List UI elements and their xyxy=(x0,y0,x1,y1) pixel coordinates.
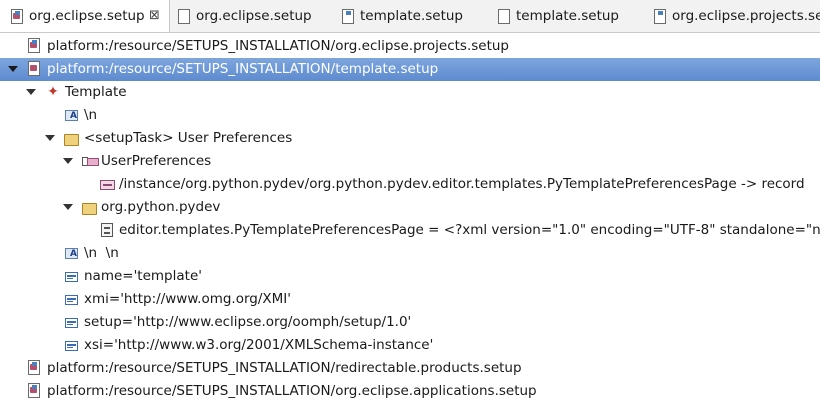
text-node-icon xyxy=(65,243,78,266)
tab-template-setup[interactable]: template.setup xyxy=(331,0,491,32)
tree-item-label: Template xyxy=(65,84,127,100)
tree-item-attr-name[interactable]: name='template' xyxy=(0,265,820,288)
tree-item-label: editor.templates.PyTemplatePreferencesPa… xyxy=(119,222,820,238)
tree-item-preference-record[interactable]: /instance/org.python.pydev/org.python.py… xyxy=(0,173,820,196)
tab-org-eclipse-setup[interactable]: org.eclipse.setup xyxy=(167,0,332,32)
tab-label: template.setup xyxy=(360,8,463,24)
tree-item-label: platform:/resource/SETUPS_INSTALLATION/o… xyxy=(47,383,537,399)
tab-label: org.eclipse.projects.setup xyxy=(672,8,820,24)
collapse-toggle[interactable] xyxy=(63,158,73,164)
attribute-icon xyxy=(65,318,78,328)
collapse-toggle[interactable] xyxy=(8,66,18,72)
tree-item-label: platform:/resource/SETUPS_INSTALLATION/o… xyxy=(47,38,510,54)
tree-item-template-property[interactable]: editor.templates.PyTemplatePreferencesPa… xyxy=(0,219,820,242)
tree-item-user-preferences[interactable]: UserPreferences xyxy=(0,150,820,173)
tab-label: org.eclipse.setup xyxy=(196,8,312,24)
macro-star-icon: ✦ xyxy=(47,84,59,100)
setup-file-icon xyxy=(27,61,41,76)
tree-item-text-node-2[interactable]: \n \n xyxy=(0,242,820,266)
setup-file-icon xyxy=(27,38,41,53)
tree-item-label: \n xyxy=(84,107,98,123)
tab-org-eclipse-projects-setup[interactable]: org.eclipse.projects.setup xyxy=(643,0,820,32)
setup-file-icon xyxy=(341,9,354,24)
tree-item-label: <setupTask> User Preferences xyxy=(84,130,293,146)
collapse-toggle[interactable] xyxy=(26,89,36,95)
tree-item-template[interactable]: ✦ Template xyxy=(0,81,820,104)
tree-item-applications-setup[interactable]: platform:/resource/SETUPS_INSTALLATION/o… xyxy=(0,380,820,403)
tree-item-label: /instance/org.python.pydev/org.python.py… xyxy=(119,176,805,192)
attribute-icon xyxy=(65,272,78,282)
setup-file-icon xyxy=(10,9,23,24)
tree-item-org-python-pydev[interactable]: org.python.pydev xyxy=(0,196,820,219)
tab-org-eclipse-setup-active[interactable]: org.eclipse.setup ⊠ xyxy=(0,0,170,32)
tab-template-setup-2[interactable]: template.setup xyxy=(487,0,647,32)
tree-item-label: \n \n xyxy=(84,245,119,261)
editor-tab-bar: org.eclipse.setup ⊠ org.eclipse.setup te… xyxy=(0,0,820,33)
collapse-toggle[interactable] xyxy=(63,204,73,210)
setup-file-icon xyxy=(653,9,666,24)
tree-item-label: platform:/resource/SETUPS_INSTALLATION/t… xyxy=(47,61,439,77)
setup-file-icon xyxy=(27,383,41,398)
folder-icon xyxy=(82,203,97,215)
tree-item-attr-setup[interactable]: setup='http://www.eclipse.org/oomph/setu… xyxy=(0,311,820,334)
attribute-icon xyxy=(65,295,78,305)
preference-icon xyxy=(100,180,115,190)
tree-item-attr-xmi[interactable]: xmi='http://www.omg.org/XMI' xyxy=(0,288,820,311)
attribute-icon xyxy=(65,341,78,351)
text-node-icon xyxy=(65,105,78,128)
tree-item-label: setup='http://www.eclipse.org/oomph/setu… xyxy=(84,314,412,330)
tree-item-template-setup[interactable]: platform:/resource/SETUPS_INSTALLATION/t… xyxy=(0,58,820,81)
folder-icon xyxy=(64,134,79,146)
setup-file-icon xyxy=(27,360,41,375)
tab-label: org.eclipse.setup xyxy=(29,8,145,24)
tree-item-attr-xsi[interactable]: xsi='http://www.w3.org/2001/XMLSchema-in… xyxy=(0,334,820,357)
collapse-toggle[interactable] xyxy=(45,135,55,141)
tree-item-redirectable-products-setup[interactable]: platform:/resource/SETUPS_INSTALLATION/r… xyxy=(0,357,820,380)
setup-file-icon xyxy=(177,9,190,24)
preference-node-icon xyxy=(82,155,99,167)
tree-item-label: xmi='http://www.omg.org/XMI' xyxy=(84,291,291,307)
tree-item-label: xsi='http://www.w3.org/2001/XMLSchema-in… xyxy=(84,337,434,353)
tree-item-label: UserPreferences xyxy=(101,153,212,169)
tree-item-label: org.python.pydev xyxy=(101,199,221,215)
file-icon xyxy=(497,9,510,24)
property-icon xyxy=(101,223,113,237)
tree-item-setup-task[interactable]: <setupTask> User Preferences xyxy=(0,127,820,150)
close-tab-button[interactable]: ⊠ xyxy=(149,0,160,32)
tree-item-label: name='template' xyxy=(84,268,202,284)
tree-item-projects-setup[interactable]: platform:/resource/SETUPS_INSTALLATION/o… xyxy=(0,35,820,58)
tab-label: template.setup xyxy=(516,8,619,24)
tree-item-text-node[interactable]: \n xyxy=(0,104,820,128)
tree-item-label: platform:/resource/SETUPS_INSTALLATION/r… xyxy=(47,360,522,376)
